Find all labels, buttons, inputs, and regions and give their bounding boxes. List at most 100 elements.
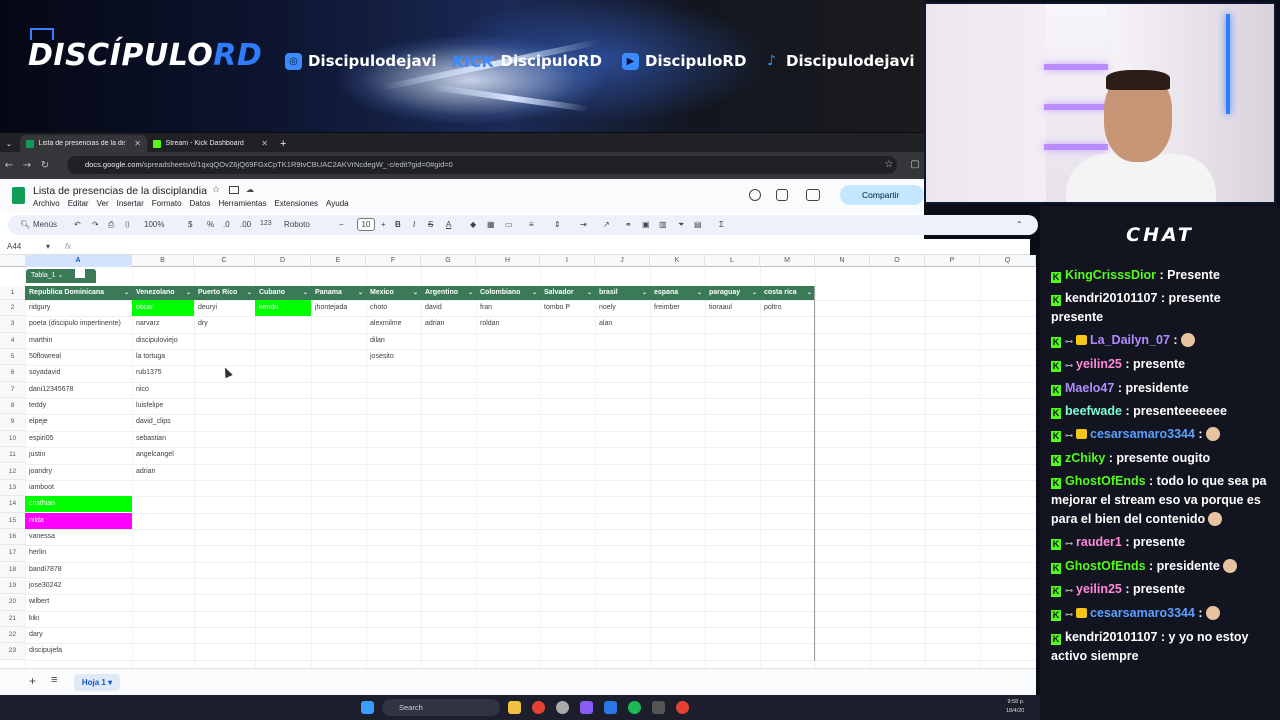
align-horizontal-icon[interactable]: ≡	[529, 220, 534, 229]
chat-username[interactable]: La_Dailyn_07	[1090, 333, 1170, 347]
tab-menu-button[interactable]: ⌄	[0, 135, 20, 152]
chat-username[interactable]: zChiky	[1065, 451, 1105, 465]
table-cell[interactable]: rub1375	[132, 365, 194, 381]
filter-dropdown-icon[interactable]: ⌄	[413, 286, 418, 300]
column-header-n[interactable]: N	[815, 255, 870, 267]
row-header[interactable]: 11	[0, 447, 25, 464]
table-cell[interactable]: deuryi	[194, 300, 255, 316]
name-box[interactable]: A44	[7, 242, 21, 251]
column-header-o[interactable]: O	[870, 255, 925, 267]
row-header[interactable]: 10	[0, 430, 25, 448]
filter-dropdown-icon[interactable]: ⌄	[358, 286, 363, 300]
filter-dropdown-icon[interactable]: ⌄	[468, 286, 473, 300]
reload-icon[interactable]: ↻	[36, 160, 54, 171]
column-header-cell[interactable]: Salvador ⌄	[540, 286, 595, 300]
table-cell[interactable]: kendri	[255, 300, 311, 316]
zoom-select[interactable]: 100%	[144, 220, 164, 229]
insert-comment-icon[interactable]: ▣	[642, 220, 650, 229]
name-box-dropdown-icon[interactable]: ▾	[46, 242, 50, 251]
spotify-icon[interactable]	[628, 701, 641, 714]
close-tab-icon[interactable]: ✕	[261, 139, 268, 148]
table-cell[interactable]: poeta (discipulo impertinente)	[25, 316, 132, 332]
filter-dropdown-icon[interactable]: ⌄	[532, 286, 537, 300]
star-icon[interactable]: ☆	[212, 185, 220, 195]
table-cell[interactable]: adrian	[132, 464, 194, 480]
filter-dropdown-icon[interactable]: ⌄	[697, 286, 702, 300]
app-icon[interactable]	[580, 701, 593, 714]
url-field[interactable]: docs.google.com/spreadsheets/d/1qxqQOvZ6…	[67, 156, 897, 174]
column-header-cell[interactable]: Argentino ⌄	[421, 286, 476, 300]
sheets-logo-icon[interactable]	[12, 187, 25, 204]
menus-search[interactable]: Menús	[33, 220, 57, 229]
table-cell[interactable]: soyadavid	[25, 365, 132, 381]
chat-username[interactable]: Maelo47	[1065, 381, 1114, 395]
filter-dropdown-icon[interactable]: ⌄	[642, 286, 647, 300]
table-cell[interactable]: noely	[595, 300, 650, 316]
column-header-g[interactable]: G	[421, 255, 476, 267]
start-icon[interactable]	[361, 701, 374, 714]
filter-dropdown-icon[interactable]: ⌄	[124, 286, 129, 300]
tab-sheets[interactable]: Lista de presencias de la discip ✕	[20, 135, 147, 152]
table-cell[interactable]: dani12345678	[25, 382, 132, 398]
menu-archivo[interactable]: Archivo	[33, 199, 60, 208]
chat-username[interactable]: GhostOfEnds	[1065, 474, 1146, 488]
table-cell[interactable]: narvarz	[132, 316, 194, 332]
search-menus-icon[interactable]: 🔍︎	[20, 220, 30, 229]
back-icon[interactable]: ←	[0, 160, 18, 171]
table-cell[interactable]: oscar	[132, 300, 194, 316]
filter-dropdown-icon[interactable]: ⌄	[807, 286, 812, 300]
taskbar-search[interactable]: Search	[382, 699, 500, 716]
table-cell[interactable]: wilbert	[25, 594, 132, 610]
text-rotation-icon[interactable]: ↗	[603, 220, 610, 229]
chrome-icon[interactable]	[676, 701, 689, 714]
decrease-decimal-button[interactable]: .0	[223, 220, 230, 229]
row-header[interactable]: 13	[0, 479, 25, 497]
extensions-icon[interactable]: ▢	[906, 159, 924, 170]
table-cell[interactable]: 50flowreal	[25, 349, 132, 365]
text-color-icon[interactable]: A	[446, 220, 451, 229]
menu-formato[interactable]: Formato	[152, 199, 182, 208]
row-header[interactable]: 5	[0, 349, 25, 366]
filter-icon[interactable]: ⏷	[678, 220, 684, 230]
filter-dropdown-icon[interactable]: ⌄	[752, 286, 757, 300]
table-cell[interactable]: ridgury	[25, 300, 132, 316]
chat-username[interactable]: kendri20101107	[1065, 630, 1157, 644]
print-icon[interactable]: ⎙	[108, 220, 114, 230]
text-wrap-icon[interactable]: ⇥	[580, 220, 587, 229]
menu-datos[interactable]: Datos	[190, 199, 211, 208]
row-header[interactable]: 6	[0, 365, 25, 382]
comments-icon[interactable]	[776, 189, 788, 201]
close-tab-icon[interactable]: ✕	[134, 139, 141, 148]
table-cell[interactable]: luisfelipe	[132, 398, 194, 414]
column-header-cell[interactable]: espana ⌄	[650, 286, 705, 300]
row-header[interactable]: 2	[0, 300, 25, 317]
bold-button[interactable]: B	[395, 220, 401, 229]
row-header[interactable]: 17	[0, 545, 25, 562]
menu-insertar[interactable]: Insertar	[117, 199, 144, 208]
column-header-h[interactable]: H	[476, 255, 540, 267]
table-cell[interactable]: nico	[132, 382, 194, 398]
folder-icon[interactable]	[229, 186, 239, 194]
chat-username[interactable]: yeilin25	[1076, 357, 1122, 371]
sheet-tab-hoja1[interactable]: Hoja 1 ▾	[74, 674, 120, 691]
table-cell[interactable]: freimber	[650, 300, 705, 316]
table-icon[interactable]	[75, 269, 86, 278]
column-header-j[interactable]: J	[595, 255, 650, 267]
chat-username[interactable]: beefwade	[1065, 404, 1122, 418]
all-sheets-icon[interactable]: ≡	[51, 674, 57, 686]
table-cell[interactable]: discipuloviejo	[132, 333, 194, 349]
share-button[interactable]: Compartir	[840, 185, 924, 205]
file-explorer-icon[interactable]	[508, 701, 521, 714]
table-cell[interactable]: joandry	[25, 464, 132, 480]
column-header-cell[interactable]: Venezolano ⌄	[132, 286, 194, 300]
chat-username[interactable]: yeilin25	[1076, 582, 1122, 596]
table-cell[interactable]: dilan	[366, 333, 421, 349]
table-cell[interactable]: marthin	[25, 333, 132, 349]
tab-kick-dashboard[interactable]: Stream - Kick Dashboard ✕	[147, 135, 274, 152]
currency-icon[interactable]: $	[188, 220, 192, 229]
table-cell[interactable]: dary	[25, 627, 132, 643]
column-header-cell[interactable]: Mexico ⌄	[366, 286, 421, 300]
column-header-p[interactable]: P	[925, 255, 980, 267]
row-header[interactable]: 1	[0, 286, 25, 300]
column-header-cell[interactable]: Colombiano ⌄	[476, 286, 540, 300]
